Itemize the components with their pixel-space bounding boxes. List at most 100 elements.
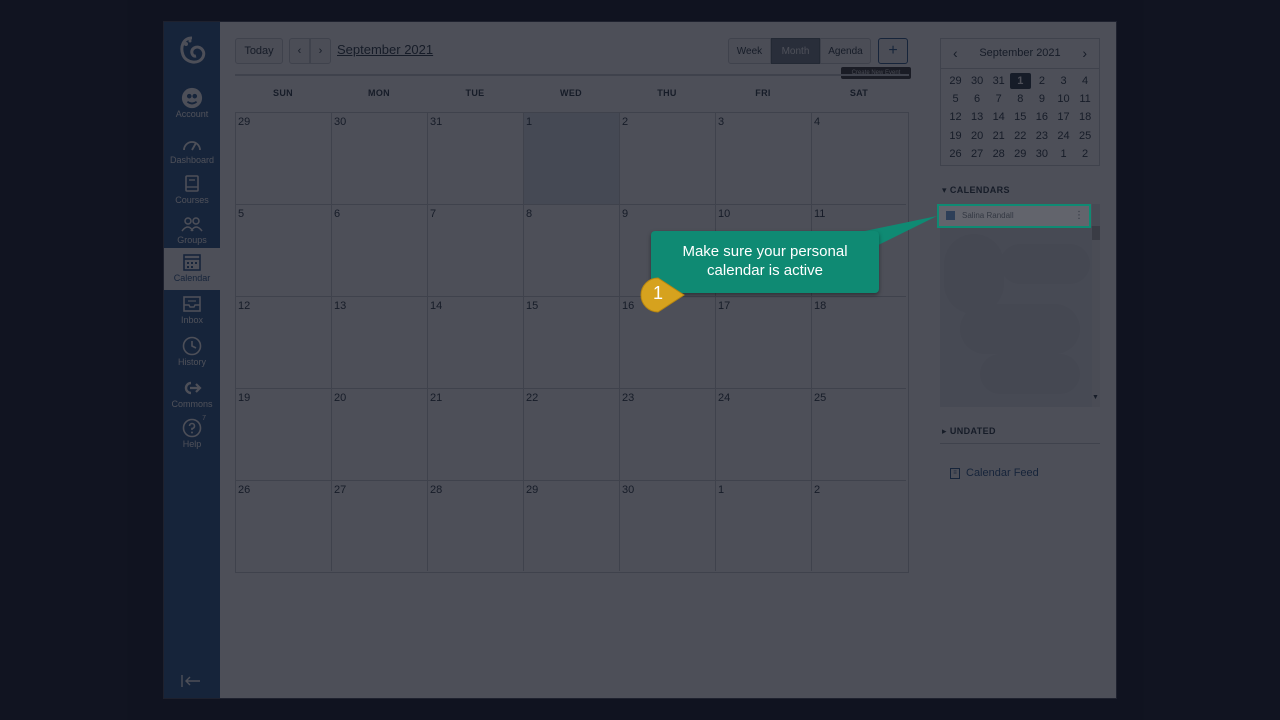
day-number[interactable]: 21 xyxy=(430,392,442,404)
day-number[interactable]: 4 xyxy=(814,116,820,128)
nav-dashboard[interactable]: Dashboard xyxy=(164,134,220,174)
day-cell[interactable]: 30 xyxy=(332,113,428,205)
day-number[interactable]: 2 xyxy=(622,116,628,128)
view-week-button[interactable]: Week xyxy=(728,38,771,64)
day-cell[interactable]: 27 xyxy=(332,481,428,571)
calendars-scroll-thumb[interactable] xyxy=(1092,226,1100,240)
day-number[interactable]: 26 xyxy=(238,484,250,496)
mini-day[interactable]: 9 xyxy=(1031,91,1052,107)
mini-day[interactable]: 1 xyxy=(1053,146,1074,162)
day-cell[interactable]: 29 xyxy=(236,113,332,205)
day-cell[interactable]: 2 xyxy=(620,113,716,205)
day-number[interactable]: 16 xyxy=(622,300,634,312)
mini-day[interactable]: 10 xyxy=(1053,91,1074,107)
collapse-nav-button[interactable] xyxy=(180,672,202,690)
day-cell[interactable]: 6 xyxy=(332,205,428,297)
day-number[interactable]: 8 xyxy=(526,208,532,220)
mini-day[interactable]: 23 xyxy=(1031,128,1052,144)
mini-day[interactable]: 3 xyxy=(1053,73,1074,89)
day-number[interactable]: 22 xyxy=(526,392,538,404)
day-number[interactable]: 24 xyxy=(718,392,730,404)
day-number[interactable]: 9 xyxy=(622,208,628,220)
day-number[interactable]: 29 xyxy=(238,116,250,128)
day-number[interactable]: 14 xyxy=(430,300,442,312)
today-button[interactable]: Today xyxy=(235,38,283,64)
day-cell[interactable]: 13 xyxy=(332,297,428,389)
nav-calendar[interactable]: Calendar xyxy=(164,248,220,290)
day-number[interactable]: 18 xyxy=(814,300,826,312)
day-number[interactable]: 29 xyxy=(526,484,538,496)
day-cell[interactable]: 21 xyxy=(428,389,524,481)
day-cell[interactable]: 4 xyxy=(812,113,906,205)
day-number[interactable]: 7 xyxy=(430,208,436,220)
day-number[interactable]: 20 xyxy=(334,392,346,404)
mini-day[interactable]: 22 xyxy=(1010,128,1031,144)
mini-day[interactable]: 6 xyxy=(967,91,988,107)
day-number[interactable]: 25 xyxy=(814,392,826,404)
day-cell[interactable]: 8 xyxy=(524,205,620,297)
view-month-button[interactable]: Month xyxy=(771,38,820,64)
day-number[interactable]: 30 xyxy=(622,484,634,496)
day-cell[interactable]: 20 xyxy=(332,389,428,481)
day-cell[interactable]: 18 xyxy=(812,297,906,389)
mini-day[interactable]: 31 xyxy=(988,73,1009,89)
day-number[interactable]: 11 xyxy=(814,208,825,220)
day-number[interactable]: 2 xyxy=(814,484,820,496)
nav-courses[interactable]: Courses xyxy=(164,174,220,214)
mini-next-button[interactable]: › xyxy=(1082,45,1087,61)
nav-account[interactable]: Account xyxy=(164,87,220,128)
mini-day[interactable]: 14 xyxy=(988,109,1009,125)
mini-day[interactable]: 7 xyxy=(988,91,1009,107)
day-cell[interactable]: 1 xyxy=(716,481,812,571)
undated-section-title[interactable]: ▸ UNDATED xyxy=(942,426,996,437)
mini-day[interactable]: 24 xyxy=(1053,128,1074,144)
day-cell[interactable]: 12 xyxy=(236,297,332,389)
day-cell[interactable]: 25 xyxy=(812,389,906,481)
mini-day[interactable]: 16 xyxy=(1031,109,1052,125)
mini-day[interactable]: 15 xyxy=(1010,109,1031,125)
mini-day[interactable]: 20 xyxy=(967,128,988,144)
day-number[interactable]: 30 xyxy=(334,116,346,128)
day-cell[interactable]: 31 xyxy=(428,113,524,205)
mini-day[interactable]: 26 xyxy=(945,146,966,162)
calendars-section-title[interactable]: ▾ CALENDARS xyxy=(942,185,1010,196)
create-event-button[interactable]: + xyxy=(878,38,908,64)
canvas-logo[interactable] xyxy=(174,32,210,74)
day-cell[interactable]: 23 xyxy=(620,389,716,481)
day-cell[interactable]: 24 xyxy=(716,389,812,481)
scroll-down-arrow-icon[interactable]: ▼ xyxy=(1092,394,1099,401)
mini-day[interactable]: 28 xyxy=(988,146,1009,162)
day-number[interactable]: 1 xyxy=(526,116,532,128)
mini-day[interactable]: 8 xyxy=(1010,91,1031,107)
mini-day[interactable]: 25 xyxy=(1075,128,1096,144)
mini-day[interactable]: 30 xyxy=(967,73,988,89)
nav-history[interactable]: History xyxy=(164,336,220,376)
mini-day[interactable]: 13 xyxy=(967,109,988,125)
day-cell[interactable]: 14 xyxy=(428,297,524,389)
day-number[interactable]: 5 xyxy=(238,208,244,220)
mini-day[interactable]: 21 xyxy=(988,128,1009,144)
day-cell[interactable]: 17 xyxy=(716,297,812,389)
mini-day[interactable]: 19 xyxy=(945,128,966,144)
mini-day[interactable]: 18 xyxy=(1075,109,1096,125)
day-cell[interactable]: 15 xyxy=(524,297,620,389)
month-title-link[interactable]: September 2021 xyxy=(337,42,433,57)
nav-help[interactable]: 7 Help xyxy=(164,415,220,458)
calendar-feed-link[interactable]: ≡ Calendar Feed xyxy=(950,467,1039,479)
day-cell[interactable]: 2 xyxy=(812,481,906,571)
day-number[interactable]: 15 xyxy=(526,300,538,312)
prev-month-button[interactable]: ‹ xyxy=(289,38,310,64)
day-number[interactable]: 6 xyxy=(334,208,340,220)
calendars-scrollbar[interactable] xyxy=(1092,226,1100,407)
day-number[interactable]: 10 xyxy=(718,208,730,220)
day-cell[interactable]: 1 xyxy=(524,113,620,205)
day-number[interactable]: 27 xyxy=(334,484,346,496)
day-number[interactable]: 1 xyxy=(718,484,724,496)
day-number[interactable]: 23 xyxy=(622,392,634,404)
nav-commons[interactable]: Commons xyxy=(164,378,220,418)
mini-day[interactable]: 29 xyxy=(945,73,966,89)
day-number[interactable]: 31 xyxy=(430,116,442,128)
mini-day[interactable]: 27 xyxy=(967,146,988,162)
mini-day[interactable]: 1 xyxy=(1009,73,1031,89)
day-cell[interactable]: 19 xyxy=(236,389,332,481)
